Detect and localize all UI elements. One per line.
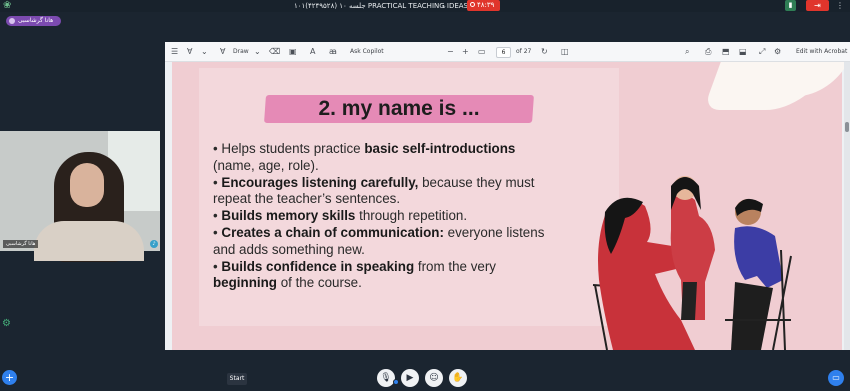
- chat-button[interactable]: ▭: [828, 370, 844, 386]
- ask-copilot-button[interactable]: Ask Copilot: [350, 42, 384, 62]
- draw-icon[interactable]: ∀: [220, 42, 225, 62]
- microphone-icon: ♪: [150, 240, 158, 248]
- search-icon[interactable]: ⌕: [685, 42, 689, 62]
- draw-button[interactable]: Draw: [233, 42, 249, 62]
- mic-status-dot: [393, 379, 399, 385]
- student-middle-legs: [681, 282, 697, 320]
- exit-icon: ⇥: [814, 1, 821, 10]
- camera-button[interactable]: ▶: [401, 369, 419, 387]
- two-page-icon[interactable]: ◫: [561, 42, 569, 62]
- print-icon[interactable]: ⎙: [705, 42, 711, 62]
- pdf-scrollbar-thumb[interactable]: [845, 122, 849, 132]
- chat-icon: ▭: [832, 373, 840, 382]
- settings-gear-icon[interactable]: ⚙: [2, 318, 14, 330]
- emoji-icon: ☺: [429, 373, 439, 383]
- user-badge-name: هانا گرشاسبی: [18, 17, 54, 24]
- webcam-person-face: [70, 163, 104, 207]
- microphone-icon: 🎙: [380, 373, 392, 383]
- toc-icon[interactable]: ☰: [171, 42, 178, 62]
- start-tooltip: Start: [227, 373, 247, 385]
- pdf-scrollbar[interactable]: [844, 62, 850, 350]
- timer-text: ۴۸:۳۹: [477, 1, 495, 9]
- save-icon[interactable]: ⬒: [722, 42, 730, 62]
- students-illustration: [592, 176, 792, 350]
- add-button[interactable]: +: [2, 370, 17, 385]
- recording-timer[interactable]: ۴۸:۳۹: [467, 0, 500, 11]
- zoom-out-button[interactable]: −: [447, 42, 454, 62]
- bullet-line: repeat the teacher’s sentences.: [213, 191, 401, 207]
- bullet-line: • Builds confidence in speaking from the…: [213, 258, 496, 274]
- more-vertical-icon[interactable]: ⋮: [836, 0, 844, 12]
- bottom-bar: [0, 350, 850, 391]
- bullet-list: • Helps students practice basic self-int…: [213, 141, 583, 292]
- student-right: [734, 226, 783, 288]
- page-number-input[interactable]: 6: [496, 47, 511, 58]
- fullscreen-icon[interactable]: ⤢: [759, 42, 765, 62]
- read-aloud-icon[interactable]: ꜳ: [329, 42, 337, 62]
- leave-button[interactable]: ⇥: [806, 0, 829, 11]
- raise-hand-icon: ✋: [452, 373, 464, 383]
- bullet-line: beginning of the course.: [213, 275, 362, 291]
- webcam-name-label: هانا گرشاسبی: [3, 240, 39, 248]
- record-icon: [470, 1, 475, 7]
- camera-icon: ▶: [406, 373, 414, 383]
- bullet-line: and adds something new.: [213, 241, 365, 257]
- page-view-icon[interactable]: ▣: [289, 42, 297, 62]
- highlight-icon[interactable]: ∀: [187, 42, 192, 62]
- fit-page-icon[interactable]: ▭: [478, 42, 486, 62]
- signal-bars-icon[interactable]: ▮: [785, 0, 796, 11]
- eraser-icon[interactable]: ⌫: [269, 42, 280, 62]
- microphone-button[interactable]: 🎙: [377, 369, 395, 387]
- student-right-legs: [731, 282, 773, 350]
- user-badge[interactable]: هانا گرشاسبی: [6, 16, 62, 26]
- user-status-icon: [9, 18, 15, 24]
- webcam-person-body: [34, 221, 144, 261]
- plus-icon: +: [4, 371, 15, 384]
- settings-gear-icon[interactable]: ⚙: [774, 42, 781, 62]
- bullet-line: • Builds memory skills through repetitio…: [213, 208, 468, 224]
- zoom-in-button[interactable]: +: [462, 42, 469, 62]
- text-size-icon[interactable]: A: [310, 42, 315, 62]
- rotate-icon[interactable]: ↻: [541, 42, 548, 62]
- bullet-line: (name, age, role).: [213, 157, 319, 173]
- bullet-line: • Encourages listening carefully, becaus…: [213, 174, 535, 190]
- slide-title: 2. my name is ...: [318, 97, 480, 120]
- bullet-line: • Helps students practice basic self-int…: [213, 141, 516, 156]
- bullet-line: • Creates a chain of communication: ever…: [213, 224, 545, 240]
- page-total: of 27: [516, 48, 532, 55]
- chevron-down-icon[interactable]: ⌄: [201, 42, 208, 62]
- chevron-down-icon[interactable]: ⌄: [441, 0, 447, 12]
- save-as-icon[interactable]: ⬓: [739, 42, 747, 62]
- raise-hand-button[interactable]: ✋: [449, 369, 467, 387]
- emoji-button[interactable]: ☺: [425, 369, 443, 387]
- app-logo-icon: ❀: [3, 0, 12, 11]
- edit-with-acrobat-button[interactable]: Edit with Acrobat: [796, 42, 847, 62]
- chevron-down-icon[interactable]: ⌄: [254, 42, 261, 62]
